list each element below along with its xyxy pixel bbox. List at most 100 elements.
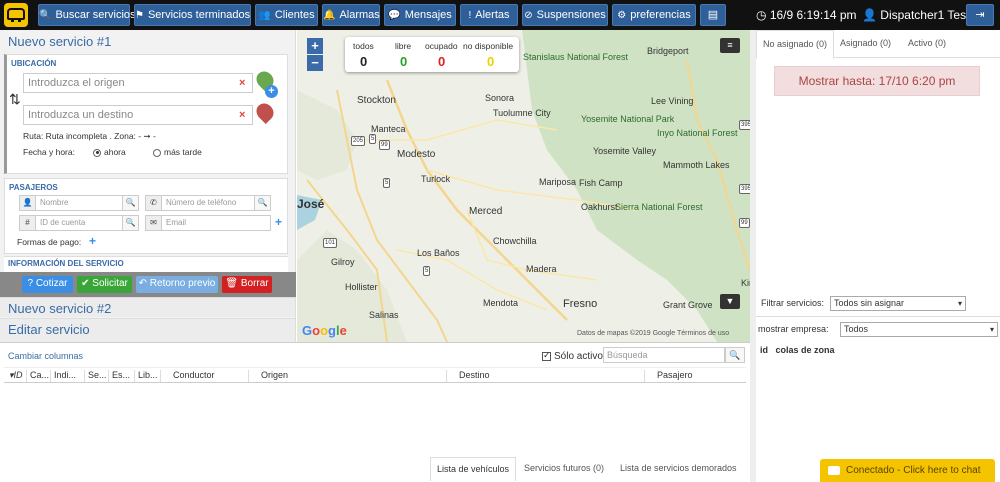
column-header[interactable]: Conductor — [160, 370, 248, 382]
services-panel: No asignado (0) Asignado (0) Activo (0) … — [750, 30, 1000, 482]
bell-icon: 🔔 — [323, 10, 336, 21]
column-header[interactable]: Destino — [446, 370, 644, 382]
city-label: Grant Grove — [663, 300, 713, 310]
service-1-title[interactable]: Nuevo servicio #1 — [8, 34, 111, 49]
column-header[interactable]: Ca... — [26, 370, 49, 382]
phone-icon: ✆ — [146, 196, 162, 210]
check-icon: ✔ — [81, 278, 93, 289]
return-button[interactable]: ↶ Retorno previo — [136, 276, 218, 293]
nav-button-users[interactable]: 👥 Clientes — [255, 4, 318, 26]
city-label: Merced — [469, 206, 503, 217]
zone-id-header: id — [760, 345, 768, 355]
tab-delayed-services[interactable]: Lista de servicios demorados — [620, 463, 737, 473]
request-label: Solicitar — [92, 278, 128, 289]
map-menu-icon[interactable]: ≡ — [720, 38, 740, 53]
delete-button[interactable]: 🗑 Borrar — [222, 276, 272, 293]
only-active-checkbox[interactable]: Sólo activo — [542, 350, 603, 362]
stat-nodisp-value: 0 — [487, 54, 495, 69]
route-text: Ruta: Ruta incompleta . Zona: - — [23, 131, 142, 141]
stat-libre-value: 0 — [400, 54, 408, 69]
checkbox-icon[interactable] — [542, 350, 551, 361]
column-header[interactable]: Lib... — [134, 370, 158, 382]
email-field[interactable]: ✉ Email — [145, 215, 271, 231]
search-input[interactable]: Búsqueda — [603, 347, 725, 363]
radio-later-dot[interactable] — [153, 148, 161, 157]
filter-select[interactable]: Todos sin asignar — [830, 296, 966, 311]
radio-later[interactable]: más tarde — [153, 147, 202, 157]
company-select[interactable]: Todos — [840, 322, 998, 337]
name-search-icon[interactable]: 🔍 — [122, 196, 138, 210]
radio-now-dot[interactable] — [93, 148, 101, 157]
nav-button-gear[interactable]: ⚙ preferencias — [612, 4, 696, 26]
nav-button-chat[interactable]: 💬 Mensajes — [384, 4, 456, 26]
phone-search-icon[interactable]: 🔍 — [254, 196, 270, 210]
city-label: Bridgeport — [647, 46, 689, 56]
city-label: Turlock — [421, 174, 451, 184]
nav-button-label: Clientes — [274, 9, 315, 21]
zones-section: mostrar empresa: Todos id colas de zona — [756, 316, 1000, 482]
origin-input[interactable]: Introduzca el origen — [23, 73, 253, 93]
info-label: INFORMACIÓN DEL SERVICIO — [8, 259, 124, 268]
origin-placeholder: Introduzca el origen — [28, 77, 125, 89]
zoom-out-button[interactable]: − — [307, 55, 323, 71]
phone-field[interactable]: ✆ Número de teléfono 🔍 — [145, 195, 271, 211]
change-columns-link[interactable]: Cambiar columnas — [8, 351, 83, 361]
request-button[interactable]: ✔ Solicitar — [77, 276, 132, 293]
city-label: Mammoth Lakes — [663, 160, 730, 170]
tab-unassigned[interactable]: No asignado (0) — [756, 30, 835, 59]
service-2-header[interactable]: Nuevo servicio #2 — [0, 297, 295, 317]
nav-button-bell[interactable]: 🔔 Alarmas — [322, 4, 380, 26]
logout-button[interactable]: ⇥ — [966, 4, 994, 26]
account-field[interactable]: # ID de cuenta 🔍 — [19, 215, 139, 231]
destination-input[interactable]: Introduzca un destino — [23, 105, 253, 125]
datetime-text: 16/9 6:19:14 pm — [769, 8, 857, 22]
clear-origin-icon[interactable]: × — [239, 77, 245, 89]
column-header[interactable]: Origen — [248, 370, 446, 382]
nav-button-ban[interactable]: ⊘ Suspensiones — [522, 4, 608, 26]
nav-button-exclamation[interactable]: ! Alertas — [460, 4, 518, 26]
radio-now[interactable]: ahora — [93, 147, 126, 157]
account-search-icon[interactable]: 🔍 — [122, 216, 138, 230]
taxi-logo[interactable] — [4, 3, 28, 27]
tab-assigned[interactable]: Asignado (0) — [840, 38, 891, 48]
column-header[interactable]: Indi... — [50, 370, 76, 382]
destination-pin-icon[interactable] — [252, 99, 278, 125]
map-credit[interactable]: Datos de mapas ©2019 Google Términos de … — [577, 330, 729, 337]
swap-icon[interactable]: ⇅ — [9, 91, 21, 108]
quote-label: Cotizar — [35, 278, 68, 289]
service-2-title: Nuevo servicio #2 — [8, 301, 112, 316]
question-icon: ? — [27, 278, 36, 289]
flag-icon: ⚑ — [135, 10, 144, 21]
nav-button-flag[interactable]: ⚑ Servicios terminados — [134, 4, 251, 26]
city-label: Hollister — [345, 282, 378, 292]
tab-active[interactable]: Activo (0) — [908, 38, 946, 48]
add-payment-icon[interactable]: + — [89, 234, 96, 248]
map-view[interactable]: + − todos libre ocupado no disponible 0 … — [297, 30, 750, 342]
tab-future-services[interactable]: Servicios futuros (0) — [524, 463, 604, 473]
clear-destination-icon[interactable]: × — [239, 109, 245, 121]
show-until-alert[interactable]: Mostrar hasta: 17/10 6:20 pm — [774, 66, 980, 96]
map-filter-icon[interactable]: ▼ — [720, 294, 740, 309]
add-passenger-icon[interactable]: + — [275, 215, 282, 229]
city-label: Yosemite National Park — [581, 114, 675, 124]
column-header[interactable]: Pasajero — [644, 370, 744, 382]
vehicle-stats-box: todos libre ocupado no disponible 0 0 0 … — [345, 37, 519, 72]
highway-shield-icon: 395 — [739, 120, 750, 130]
chat-button[interactable]: Conectado - Click here to chat — [820, 459, 995, 482]
name-field[interactable]: 👤 Nombre 🔍 — [19, 195, 139, 211]
user-display[interactable]: 👤 Dispatcher1 Test — [862, 8, 969, 22]
nav-button-label: Servicios terminados — [147, 9, 251, 21]
add-stop-icon[interactable]: + — [265, 85, 278, 98]
nav-button-label: Mensajes — [404, 9, 452, 21]
list-view-button[interactable]: ▤ — [700, 4, 726, 26]
column-header[interactable]: Es... — [108, 370, 130, 382]
nav-button-search[interactable]: 🔍 Buscar servicios — [38, 4, 136, 26]
edit-service-header[interactable]: Editar servicio — [0, 318, 295, 342]
zoom-in-button[interactable]: + — [307, 38, 323, 54]
tab-vehicle-list[interactable]: Lista de vehículos — [430, 457, 517, 481]
search-icon[interactable]: 🔍 — [725, 347, 745, 363]
quote-button[interactable]: ? Cotizar — [22, 276, 73, 293]
column-header[interactable]: ▾ID — [6, 370, 23, 382]
column-header[interactable]: Se... — [84, 370, 107, 382]
highway-shield-icon: 5 — [383, 178, 391, 188]
